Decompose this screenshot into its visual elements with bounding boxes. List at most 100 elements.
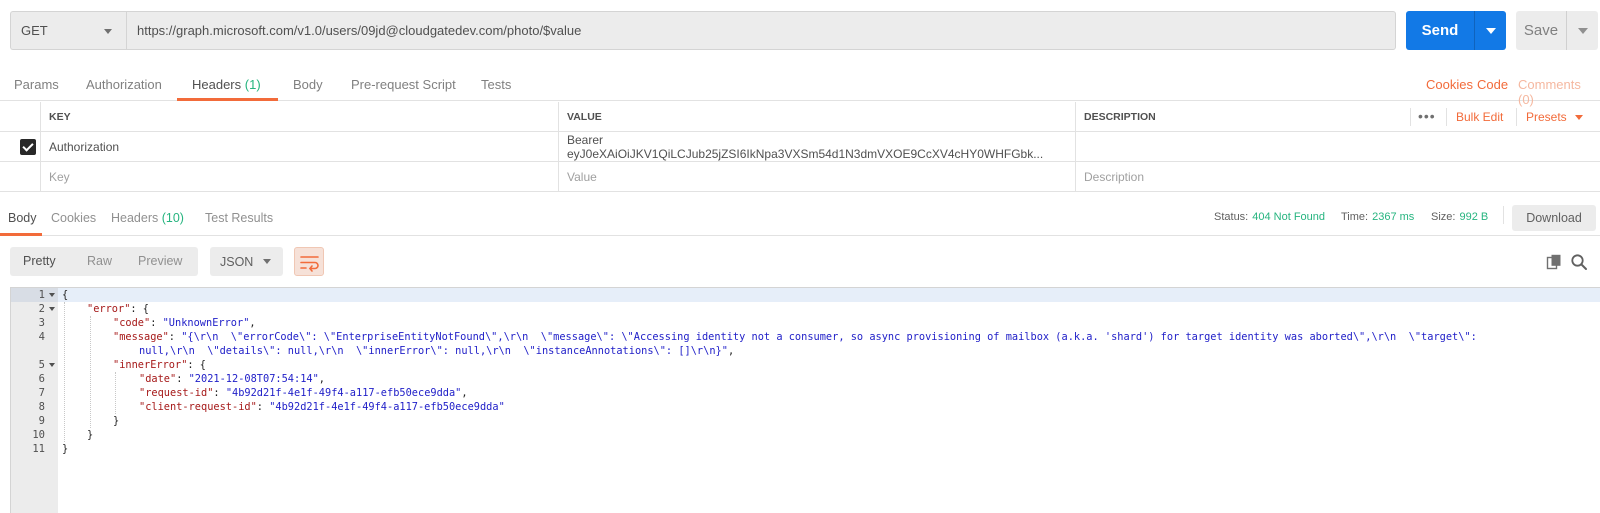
json-punct: , — [727, 345, 735, 357]
json-punct: : — [176, 373, 189, 385]
line-number: 7 — [38, 387, 45, 399]
json-string: "2021-12-08T07:54:14" — [188, 373, 319, 385]
code-line: "request-id": "4b92d21f-4e1f-49f4-a117-e… — [139, 386, 468, 400]
code-line: } — [62, 442, 68, 456]
code-line: { — [62, 288, 68, 302]
request-bar: GET https://graph.microsoft.com/v1.0/use… — [10, 11, 1396, 50]
key-input[interactable]: Key — [40, 162, 558, 192]
json-string: "4b92d21f-4e1f-49f4-a117-efb50ece9dda" — [225, 387, 462, 399]
json-key: "message" — [113, 331, 169, 343]
request-tabs: Params Authorization Headers (1) Body Pr… — [0, 65, 1600, 107]
send-button[interactable]: Send — [1406, 11, 1506, 50]
download-button[interactable]: Download — [1512, 205, 1596, 231]
line-number: 8 — [38, 401, 45, 413]
indent-guide — [115, 372, 116, 414]
line-number: 2 — [38, 303, 45, 315]
save-options-chevron-icon[interactable] — [1566, 11, 1598, 50]
json-string: "4b92d21f-4e1f-49f4-a117-efb50ece9dda" — [269, 401, 505, 413]
code-line: "date": "2021-12-08T07:54:14", — [139, 372, 325, 386]
code-line: "error": { — [87, 302, 149, 316]
tab-response-body[interactable]: Body — [8, 211, 37, 225]
tab-prerequest-script[interactable]: Pre-request Script — [351, 77, 456, 92]
time-readout: Time: 2367 ms — [1341, 211, 1414, 223]
json-punct: : { — [130, 303, 150, 315]
code-line: } — [113, 414, 119, 428]
method-label: GET — [21, 23, 48, 38]
wrap-lines-icon — [300, 256, 319, 272]
json-code: { "error": { "code": "UnknownError", "me… — [62, 288, 1477, 484]
header-value-cell[interactable]: Bearer eyJ0eXAiOiJKV1QiLCJub25jZSI6IkNpa… — [558, 132, 1075, 162]
divider — [1410, 108, 1411, 126]
format-select[interactable]: JSON — [210, 247, 283, 276]
tab-headers-count: (1) — [244, 77, 261, 92]
tab-response-cookies[interactable]: Cookies — [51, 211, 96, 225]
json-punct: } — [87, 429, 94, 441]
tab-test-results[interactable]: Test Results — [205, 211, 273, 225]
size-label: Size: — [1431, 211, 1456, 223]
json-punct: , — [249, 317, 256, 329]
divider — [1516, 108, 1517, 126]
more-options-icon[interactable]: ••• — [1418, 108, 1436, 124]
chevron-down-icon — [104, 29, 112, 34]
header-key-cell[interactable]: Authorization — [40, 132, 558, 162]
tab-body[interactable]: Body — [293, 77, 323, 92]
tab-params[interactable]: Params — [14, 77, 59, 92]
save-button[interactable]: Save — [1516, 11, 1598, 50]
value-input[interactable]: Value — [558, 162, 1075, 192]
tab-tests[interactable]: Tests — [481, 77, 511, 92]
line-number: 9 — [38, 415, 45, 427]
tab-response-headers[interactable]: Headers (10) — [111, 211, 184, 225]
json-key: "date" — [139, 373, 177, 385]
json-key: "client-request-id" — [139, 401, 257, 413]
status-readout: Status: 404 Not Found — [1214, 211, 1325, 223]
code-link[interactable]: Code — [1477, 77, 1508, 92]
tab-response-headers-count: (10) — [161, 211, 184, 225]
fold-toggle-icon[interactable] — [49, 363, 55, 367]
description-input[interactable]: Description — [1075, 162, 1600, 192]
divider — [1503, 206, 1504, 224]
response-tabs: Body Cookies Headers (10) Test Results S… — [0, 200, 1600, 236]
method-select[interactable]: GET — [10, 11, 126, 50]
line-number: 10 — [32, 429, 45, 441]
code-line: "message": "{\r\n \"errorCode\": \"Enter… — [113, 330, 1477, 344]
active-tab-indicator — [0, 233, 42, 236]
pretty-button[interactable]: Pretty — [23, 254, 56, 268]
search-icon[interactable] — [1570, 253, 1588, 271]
size-value: 992 B — [1459, 211, 1489, 223]
tab-authorization[interactable]: Authorization — [86, 77, 162, 92]
code-line: "client-request-id": "4b92d21f-4e1f-49f4… — [139, 400, 505, 414]
line-number: 6 — [38, 373, 45, 385]
bulk-edit-button[interactable]: Bulk Edit — [1456, 110, 1503, 124]
save-label: Save — [1523, 22, 1559, 39]
raw-button[interactable]: Raw — [87, 254, 112, 268]
cookies-link[interactable]: Cookies — [1426, 77, 1473, 92]
json-punct: : { — [187, 359, 207, 371]
json-punct: } — [113, 415, 120, 427]
fold-toggle-icon[interactable] — [49, 307, 55, 311]
json-string: "UnknownError" — [162, 317, 250, 329]
json-string: null,\r\n \"details\": null,\r\n \"inner… — [139, 345, 728, 357]
active-line-highlight — [11, 288, 1600, 302]
code-line-wrapped: null,\r\n \"details\": null,\r\n \"inner… — [139, 344, 734, 358]
column-value: VALUE — [558, 102, 1075, 132]
header-description-cell[interactable] — [1075, 132, 1600, 162]
chevron-down-icon — [263, 259, 271, 264]
presets-dropdown[interactable]: Presets — [1526, 110, 1583, 124]
json-punct: , — [318, 373, 325, 385]
json-punct: } — [62, 443, 69, 455]
checkbox-checked-icon[interactable] — [20, 139, 36, 155]
line-number: 3 — [38, 317, 45, 329]
line-number: 4 — [38, 331, 45, 343]
json-punct: : — [150, 317, 163, 329]
response-body-editor[interactable]: 1 2 3 4 5 6 7 8 9 10 11 { "error": { "co… — [10, 287, 1600, 513]
wrap-lines-button[interactable] — [294, 247, 324, 276]
copy-icon[interactable] — [1546, 254, 1562, 270]
json-punct: : — [168, 331, 182, 343]
json-punct: , — [461, 387, 468, 399]
active-tab-indicator — [177, 98, 278, 101]
tab-headers[interactable]: Headers (1) — [192, 77, 261, 92]
preview-button[interactable]: Preview — [138, 254, 182, 268]
url-input[interactable]: https://graph.microsoft.com/v1.0/users/0… — [126, 11, 1396, 50]
send-options-chevron-icon[interactable] — [1474, 11, 1506, 50]
fold-toggle-icon[interactable] — [49, 293, 55, 297]
